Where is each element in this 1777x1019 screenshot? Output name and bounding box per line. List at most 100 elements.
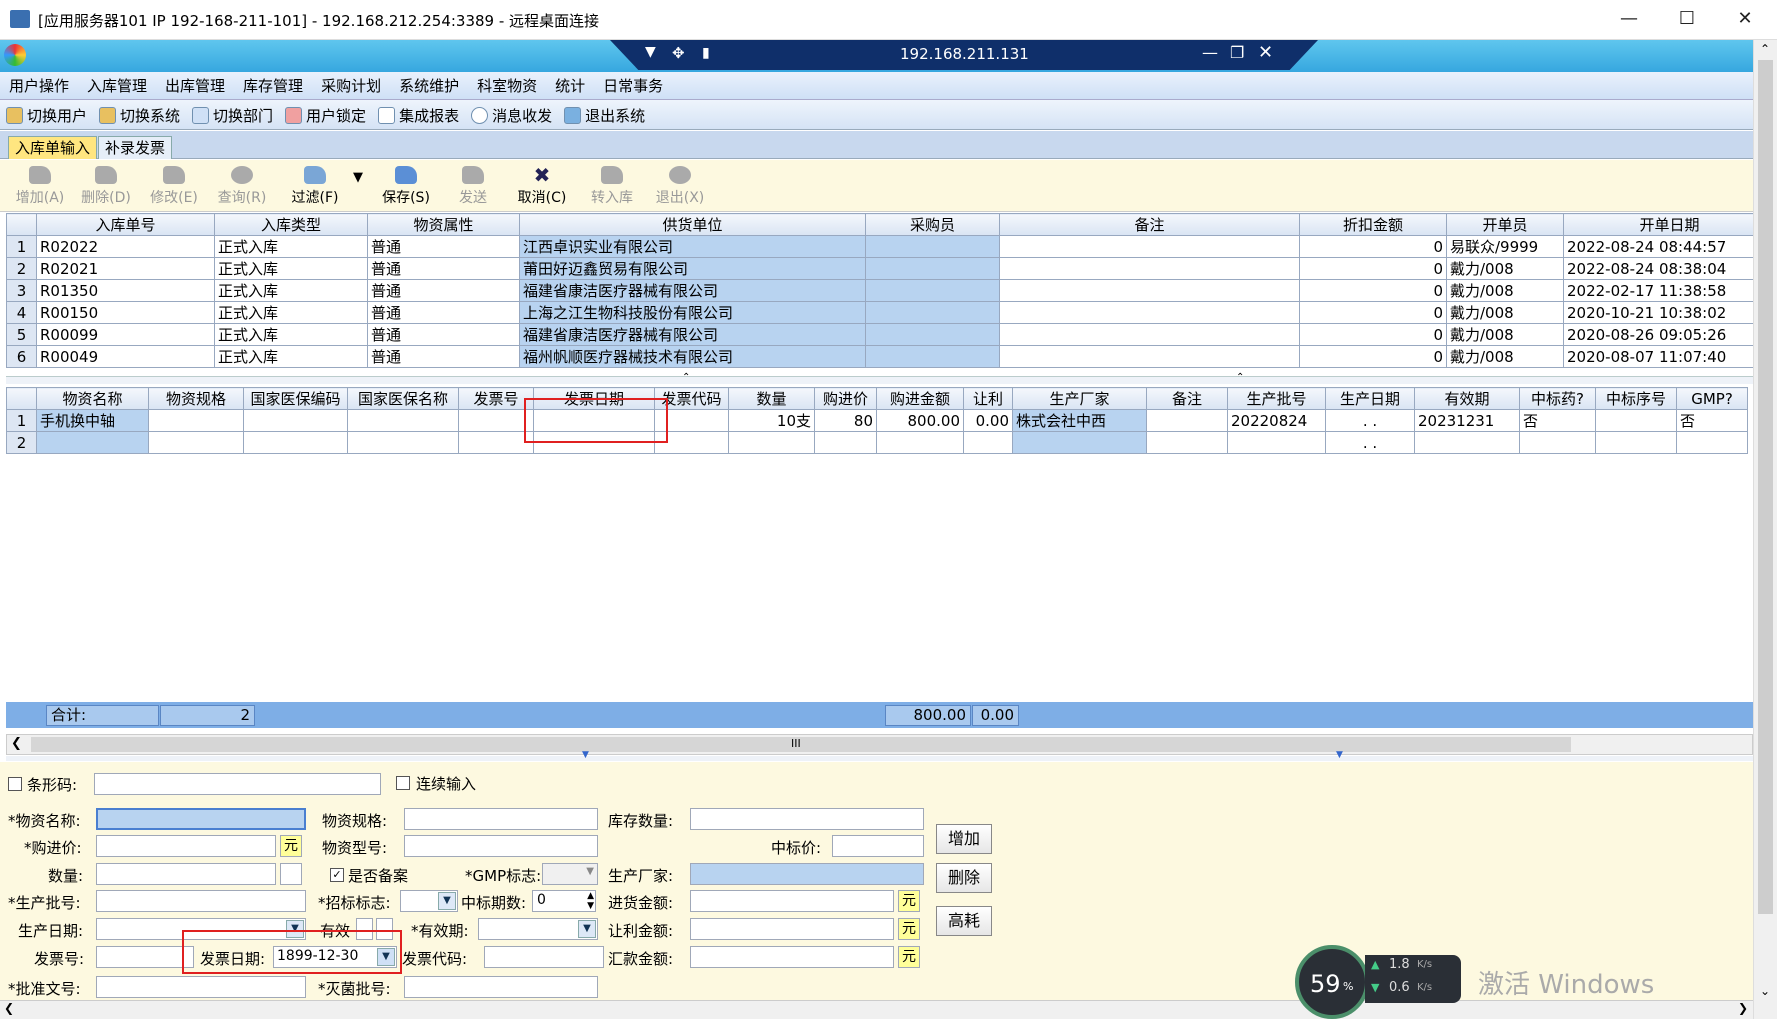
rdp-restore-button[interactable]: ❐ (1230, 43, 1244, 62)
table-cell[interactable]: 80 (814, 409, 877, 432)
table-cell[interactable]: 莆田好迈鑫贸易有限公司 (519, 257, 866, 280)
table-cell[interactable] (1595, 409, 1677, 432)
save-action-button[interactable]: 保存(S) (376, 164, 436, 210)
table-cell[interactable] (814, 431, 877, 454)
transfer-action-button[interactable]: 转入库 (584, 164, 640, 210)
table-cell[interactable] (999, 235, 1300, 258)
maximize-button[interactable]: ☐ (1664, 0, 1710, 38)
table-row[interactable]: 3 R01350 正式入库 普通 福建省康洁医疗器械有限公司 0 戴力/008 2022-02… (6, 279, 1776, 302)
table-cell[interactable]: R02022 (36, 235, 215, 258)
bid-price-input[interactable] (832, 835, 924, 857)
column-header[interactable]: 物资名称 (36, 387, 149, 410)
table-cell[interactable]: 江西卓识实业有限公司 (519, 235, 866, 258)
table-cell[interactable]: 正式入库 (214, 301, 368, 324)
menu-dept-goods[interactable]: 科室物资 (468, 72, 546, 100)
table-cell[interactable]: 否 (1519, 409, 1596, 432)
menu-user-ops[interactable]: 用户操作 (0, 72, 78, 100)
table-cell[interactable]: 10支 (728, 409, 815, 432)
high-cost-button[interactable]: 高耗 (936, 906, 992, 936)
column-header[interactable]: 生产批号 (1227, 387, 1326, 410)
table-row[interactable]: 2 R02021 正式入库 普通 莆田好迈鑫贸易有限公司 0 戴力/008 2022-08-2… (6, 257, 1776, 280)
table-cell[interactable]: 2020-10-21 10:38:02 (1563, 301, 1776, 324)
bid-period-spinner[interactable]: 0 ▲ ▼ (532, 890, 596, 912)
table-cell[interactable]: 戴力/008 (1446, 279, 1564, 302)
send-action-button[interactable]: 发送 (448, 164, 498, 210)
table-cell[interactable]: 正式入库 (214, 257, 368, 280)
table-cell[interactable]: 戴力/008 (1446, 301, 1564, 324)
table-cell[interactable] (865, 235, 1000, 258)
table-cell[interactable]: 正式入库 (214, 235, 368, 258)
table-cell[interactable] (1146, 409, 1228, 432)
exit-system-button[interactable]: 退出系统 (558, 100, 651, 130)
column-header[interactable]: 备注 (999, 213, 1300, 236)
table-cell[interactable]: 正式入库 (214, 323, 368, 346)
menu-stats[interactable]: 统计 (546, 72, 594, 100)
column-header[interactable]: GMP? (1676, 387, 1748, 410)
table-cell[interactable]: 株式会社中西 (1012, 409, 1147, 432)
table-cell[interactable]: 0 (1299, 345, 1447, 368)
discount-amount-input[interactable] (690, 918, 894, 940)
switch-user-button[interactable]: 切换用户 (0, 100, 93, 130)
table-cell[interactable]: 福建省康洁医疗器械有限公司 (519, 323, 866, 346)
table-cell[interactable]: 福建省康洁医疗器械有限公司 (519, 279, 866, 302)
spinner-icon[interactable]: ▲ ▼ (587, 891, 594, 911)
table-cell[interactable] (458, 431, 534, 454)
column-header[interactable]: 有效期 (1414, 387, 1520, 410)
chevron-down-icon[interactable]: ▼ (582, 750, 589, 760)
chevron-down-icon[interactable]: ▼ (1336, 750, 1343, 760)
spec-input[interactable] (404, 808, 598, 830)
continuous-checkbox[interactable] (396, 776, 410, 790)
chevron-down-icon[interactable]: ▼ (438, 892, 456, 910)
column-header[interactable]: 购进金额 (876, 387, 964, 410)
menu-stock[interactable]: 库存管理 (234, 72, 312, 100)
table-cell[interactable] (243, 431, 348, 454)
chevron-up-icon[interactable]: ⌃ (682, 372, 690, 383)
menu-system[interactable]: 系统维护 (390, 72, 468, 100)
invoice-code-input[interactable] (484, 946, 604, 968)
table-cell[interactable]: 否 (1676, 409, 1748, 432)
table-cell[interactable]: 普通 (367, 345, 520, 368)
column-header[interactable]: 采购员 (865, 213, 1000, 236)
table-cell[interactable]: 0 (1299, 301, 1447, 324)
table-cell[interactable] (1676, 431, 1748, 454)
gmp-select[interactable]: ▼ (542, 863, 598, 885)
table-cell[interactable]: 手机换中轴 (36, 409, 149, 432)
table-cell[interactable] (999, 279, 1300, 302)
add-item-button[interactable]: 增加 (936, 824, 992, 854)
table-cell[interactable] (1012, 431, 1147, 454)
column-header[interactable]: 数量 (728, 387, 815, 410)
table-cell[interactable]: 戴力/008 (1446, 323, 1564, 346)
table-cell[interactable] (865, 279, 1000, 302)
query-action-button[interactable]: 查询(R) (214, 164, 270, 210)
column-header[interactable]: 国家医保编码 (243, 387, 348, 410)
qty-unit-input[interactable] (280, 863, 302, 885)
table-cell[interactable]: 戴力/008 (1446, 257, 1564, 280)
table-cell[interactable]: 20231231 (1414, 409, 1520, 432)
table-cell[interactable]: 普通 (367, 301, 520, 324)
table-cell[interactable]: 正式入库 (214, 279, 368, 302)
table-cell[interactable]: R00049 (36, 345, 215, 368)
chevron-up-icon[interactable]: ⌃ (1236, 372, 1244, 383)
table-cell[interactable] (999, 345, 1300, 368)
barcode-input[interactable] (94, 773, 381, 795)
table-cell[interactable] (999, 301, 1300, 324)
maker-input[interactable] (690, 863, 924, 885)
table-cell[interactable] (36, 431, 149, 454)
table-cell[interactable]: 正式入库 (214, 345, 368, 368)
table-cell[interactable]: 上海之江生物科技股份有限公司 (519, 301, 866, 324)
barcode-checkbox[interactable] (8, 777, 22, 791)
exit-action-button[interactable]: 退出(X) (648, 164, 712, 210)
name-input[interactable] (96, 808, 306, 830)
menu-inbound[interactable]: 入库管理 (78, 72, 156, 100)
table-cell[interactable]: 0 (1299, 235, 1447, 258)
table-cell[interactable]: 普通 (367, 323, 520, 346)
table-cell[interactable]: 2020-08-26 09:05:26 (1563, 323, 1776, 346)
table-cell[interactable] (1146, 431, 1228, 454)
table-cell[interactable]: 20220824 (1227, 409, 1326, 432)
table-cell[interactable]: 800.00 (876, 409, 964, 432)
chevron-down-icon[interactable]: ▼ (645, 44, 656, 60)
table-cell[interactable] (1595, 431, 1677, 454)
price-input[interactable] (96, 835, 276, 857)
scrollbar-thumb[interactable] (1758, 60, 1773, 914)
scroll-left-icon[interactable]: ❮ (11, 736, 22, 751)
